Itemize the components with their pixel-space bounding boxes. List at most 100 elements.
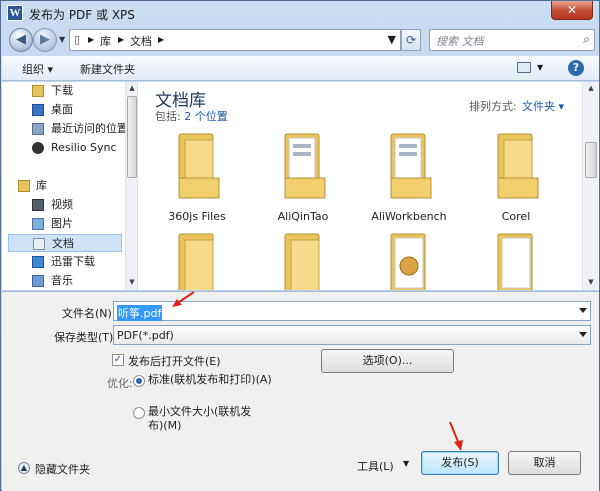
sidebar-scroll-thumb[interactable] [127, 96, 137, 178]
filename-label: 文件名(N): [62, 307, 116, 320]
savetype-value: PDF(*.pdf) [117, 329, 174, 342]
folder-item[interactable]: AliQinTao [263, 132, 343, 226]
sidebar-item-label: 图片 [51, 217, 73, 230]
open-after-checkbox[interactable]: ✓ [112, 354, 124, 366]
libraries-icon [18, 180, 30, 192]
publish-dialog: W 发布为 PDF 或 XPS ✕ ◀ ▶ ▼ ▯ ▶ 库 ▶ 文档 ▶ ▼ ⟳… [0, 0, 600, 491]
title-bar: W 发布为 PDF 或 XPS ✕ [1, 1, 599, 25]
new-folder-button[interactable]: 新建文件夹 [80, 61, 135, 77]
chevron-right-icon[interactable]: ▶ [118, 35, 124, 44]
filename-value: 听筝.pdf [117, 305, 163, 321]
search-placeholder: 搜索 文档 [436, 35, 484, 48]
breadcrumb-documents[interactable]: 文档 [130, 33, 152, 49]
scroll-down-icon[interactable]: ▼ [127, 278, 137, 286]
sidebar-item-videos[interactable]: 视频 [8, 196, 122, 214]
sidebar-item-xunlei[interactable]: 迅雷下载 [8, 253, 122, 271]
folder-label: 360js Files [168, 210, 226, 223]
scroll-up-icon[interactable]: ▲ [127, 84, 137, 92]
sidebar-item-resilio[interactable]: Resilio Sync [8, 139, 122, 157]
scroll-up-icon[interactable]: ▲ [586, 84, 596, 92]
sidebar-item-libraries[interactable]: 库 [2, 177, 116, 195]
cancel-button[interactable]: 取消 [508, 451, 581, 475]
breadcrumb-libraries[interactable]: 库 [100, 33, 111, 49]
address-dropdown-icon[interactable]: ▼ [388, 33, 396, 46]
savetype-select[interactable]: PDF(*.pdf) [113, 325, 591, 345]
folder-icon [284, 233, 320, 290]
music-icon [32, 275, 44, 287]
folder-item[interactable] [157, 232, 237, 290]
folder-icon [390, 233, 426, 290]
folder-label: AliQinTao [277, 210, 329, 223]
sidebar-item-downloads[interactable]: 下载 [8, 82, 122, 100]
sidebar-item-documents[interactable]: 文档 [8, 234, 122, 252]
view-options-dropdown-icon[interactable]: ▼ [537, 63, 543, 72]
chevron-right-icon[interactable]: ▶ [158, 35, 164, 44]
sidebar-item-label: 下载 [51, 84, 73, 97]
sort-label: 排列方式: [469, 100, 517, 113]
folder-item[interactable]: Corel [476, 132, 556, 226]
navigation-bar: ◀ ▶ ▼ ▯ ▶ 库 ▶ 文档 ▶ ▼ ⟳ 搜索 文档 ⌕ [5, 25, 597, 55]
resilio-sync-icon [32, 142, 44, 154]
sidebar-item-label: 最近访问的位置 [51, 122, 128, 135]
organize-button[interactable]: 组织 ▾ [22, 61, 53, 77]
folder-icon [497, 133, 539, 199]
tools-dropdown-icon[interactable]: ▼ [403, 459, 409, 468]
file-list: 文档库 包括: 2 个位置 排列方式: 文件夹 ▾ 360js Files Al… [139, 82, 599, 290]
address-bar[interactable]: ▯ ▶ 库 ▶ 文档 ▶ ▼ [69, 29, 401, 51]
sort-dropdown[interactable]: 文件夹 ▾ [522, 98, 564, 114]
folder-icon [178, 133, 220, 199]
sidebar-item-label: 桌面 [51, 103, 73, 116]
folder-icon [284, 133, 326, 199]
close-button[interactable]: ✕ [551, 1, 593, 20]
recent-pages-dropdown-icon[interactable]: ▼ [59, 35, 65, 44]
sidebar-item-music[interactable]: 音乐 [8, 272, 122, 290]
forward-button[interactable]: ▶ [33, 28, 57, 52]
help-icon[interactable]: ? [568, 60, 584, 76]
folder-icon [178, 233, 214, 290]
back-button[interactable]: ◀ [9, 28, 33, 52]
chevron-right-icon[interactable]: ▶ [88, 35, 94, 44]
radio-standard[interactable] [133, 375, 145, 387]
xunlei-download-icon [32, 256, 44, 268]
recent-places-icon [32, 123, 44, 135]
chevron-down-icon[interactable] [579, 332, 587, 337]
radio-minimum-label[interactable]: 最小文件大小(联机发布)(M) [148, 405, 258, 433]
library-includes: 包括: 2 个位置 [155, 108, 228, 124]
sidebar-scrollbar[interactable]: ▲ ▼ [125, 82, 137, 290]
tools-button[interactable]: 工具(L) [357, 458, 394, 474]
sidebar-item-pictures[interactable]: 图片 [8, 215, 122, 233]
radio-minimum[interactable] [133, 407, 145, 419]
refresh-button[interactable]: ⟳ [401, 29, 421, 51]
search-input[interactable]: 搜索 文档 ⌕ [429, 29, 595, 51]
desktop-icon [32, 104, 44, 116]
folder-label: AliWorkbench [371, 210, 447, 223]
search-icon[interactable]: ⌕ [583, 32, 590, 47]
folder-label: Corel [501, 210, 531, 223]
folder-item[interactable]: AliWorkbench [369, 132, 449, 226]
sidebar-item-recent[interactable]: 最近访问的位置 [8, 120, 128, 138]
download-folder-icon [32, 85, 44, 97]
includes-locations-link[interactable]: 2 个位置 [184, 110, 228, 123]
radio-standard-label[interactable]: 标准(联机发布和打印)(A) [148, 373, 276, 387]
folder-item[interactable] [369, 232, 449, 290]
scroll-down-icon[interactable]: ▼ [586, 278, 596, 286]
folder-item[interactable] [263, 232, 343, 290]
sidebar-item-label: 迅雷下载 [51, 255, 95, 268]
file-list-scrollbar[interactable]: ▲ ▼ [582, 82, 598, 290]
sidebar-item-desktop[interactable]: 桌面 [8, 101, 122, 119]
folder-item[interactable] [476, 232, 556, 290]
hide-folders-button[interactable]: 隐藏文件夹 [35, 461, 90, 477]
options-button[interactable]: 选项(O)... [321, 349, 454, 373]
change-view-icon[interactable] [517, 62, 531, 73]
publish-button[interactable]: 发布(S) [421, 451, 499, 475]
chevron-up-icon[interactable]: ▲ [18, 462, 30, 474]
chevron-down-icon[interactable] [579, 308, 587, 313]
window-title: 发布为 PDF 或 XPS [29, 8, 135, 22]
word-app-icon: W [7, 5, 23, 21]
sidebar-item-label: 文档 [52, 237, 74, 250]
file-list-scroll-thumb[interactable] [585, 142, 597, 178]
open-after-label: 发布后打开文件(E) [128, 355, 221, 368]
red-pointer-arrow-icon [449, 421, 463, 451]
savetype-label: 保存类型(T): [54, 331, 118, 344]
folder-item[interactable]: 360js Files [157, 132, 237, 226]
